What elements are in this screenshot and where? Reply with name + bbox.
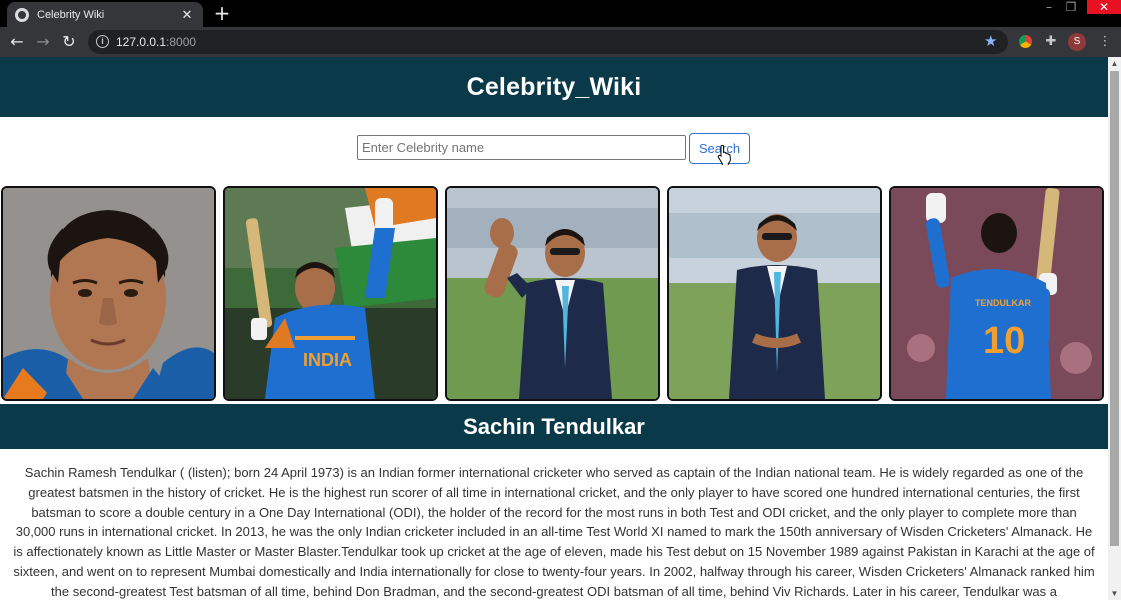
url-port: :8000 <box>166 35 197 49</box>
maximize-icon[interactable]: ❐ <box>1062 0 1080 14</box>
celebrity-name-bar: Sachin Tendulkar <box>0 404 1108 449</box>
forward-arrow-icon[interactable]: → <box>34 33 52 51</box>
tab-close-icon[interactable]: ✕ <box>179 7 195 23</box>
photo-gallery: INDIA TENDULKAR 10 <box>0 185 1108 402</box>
info-icon[interactable]: i <box>96 35 109 48</box>
profile-avatar[interactable]: S <box>1068 33 1086 51</box>
celebrity-photo-5[interactable]: TENDULKAR 10 <box>889 186 1104 401</box>
celebrity-photo-3[interactable] <box>445 186 660 401</box>
browser-toolbar: ← → ↻ i 127.0.0.1:8000 ★ ✚ S ⋮ <box>0 27 1121 57</box>
celebrity-photo-4[interactable] <box>667 186 882 401</box>
site-title: Celebrity_Wiki <box>466 72 642 101</box>
extension-icon[interactable] <box>1016 33 1034 51</box>
site-header: Celebrity_Wiki <box>0 57 1108 117</box>
minimize-icon[interactable]: – <box>1040 0 1058 14</box>
svg-text:10: 10 <box>983 320 1025 362</box>
celebrity-name: Sachin Tendulkar <box>463 413 645 439</box>
search-input[interactable] <box>357 135 686 160</box>
celebrity-photo-2[interactable]: INDIA <box>223 186 438 401</box>
star-icon[interactable]: ★ <box>984 32 997 50</box>
hand-cursor-icon <box>717 145 731 165</box>
scrollbar-thumb[interactable] <box>1110 71 1119 546</box>
celebrity-bio: Sachin Ramesh Tendulkar ( (listen); born… <box>13 465 1095 599</box>
window-close-icon[interactable]: ✕ <box>1087 0 1121 14</box>
browser-tab[interactable]: Celebrity Wiki ✕ <box>7 2 203 27</box>
scroll-up-arrow-icon[interactable]: ▲ <box>1108 57 1121 70</box>
svg-text:INDIA: INDIA <box>303 350 352 370</box>
new-tab-button[interactable]: + <box>213 3 231 23</box>
tab-title: Celebrity Wiki <box>37 8 105 21</box>
scroll-down-arrow-icon[interactable]: ▼ <box>1108 587 1121 600</box>
page-scrollbar[interactable]: ▲ ▼ <box>1108 57 1121 600</box>
globe-icon <box>15 7 29 22</box>
puzzle-icon[interactable]: ✚ <box>1042 33 1060 51</box>
url-host: 127.0.0.1 <box>116 35 167 49</box>
svg-text:TENDULKAR: TENDULKAR <box>975 298 1031 308</box>
back-arrow-icon[interactable]: ← <box>8 33 26 51</box>
reload-icon[interactable]: ↻ <box>60 33 78 51</box>
address-bar[interactable]: i 127.0.0.1:8000 ★ <box>88 30 1008 54</box>
page-viewport: Celebrity_Wiki Search <box>0 57 1108 600</box>
kebab-menu-icon[interactable]: ⋮ <box>1096 33 1114 51</box>
url-text[interactable]: 127.0.0.1:8000 <box>116 35 196 49</box>
browser-tabstrip: Celebrity Wiki ✕ + – ❐ ✕ <box>0 0 1121 27</box>
celebrity-photo-1[interactable] <box>1 186 216 401</box>
